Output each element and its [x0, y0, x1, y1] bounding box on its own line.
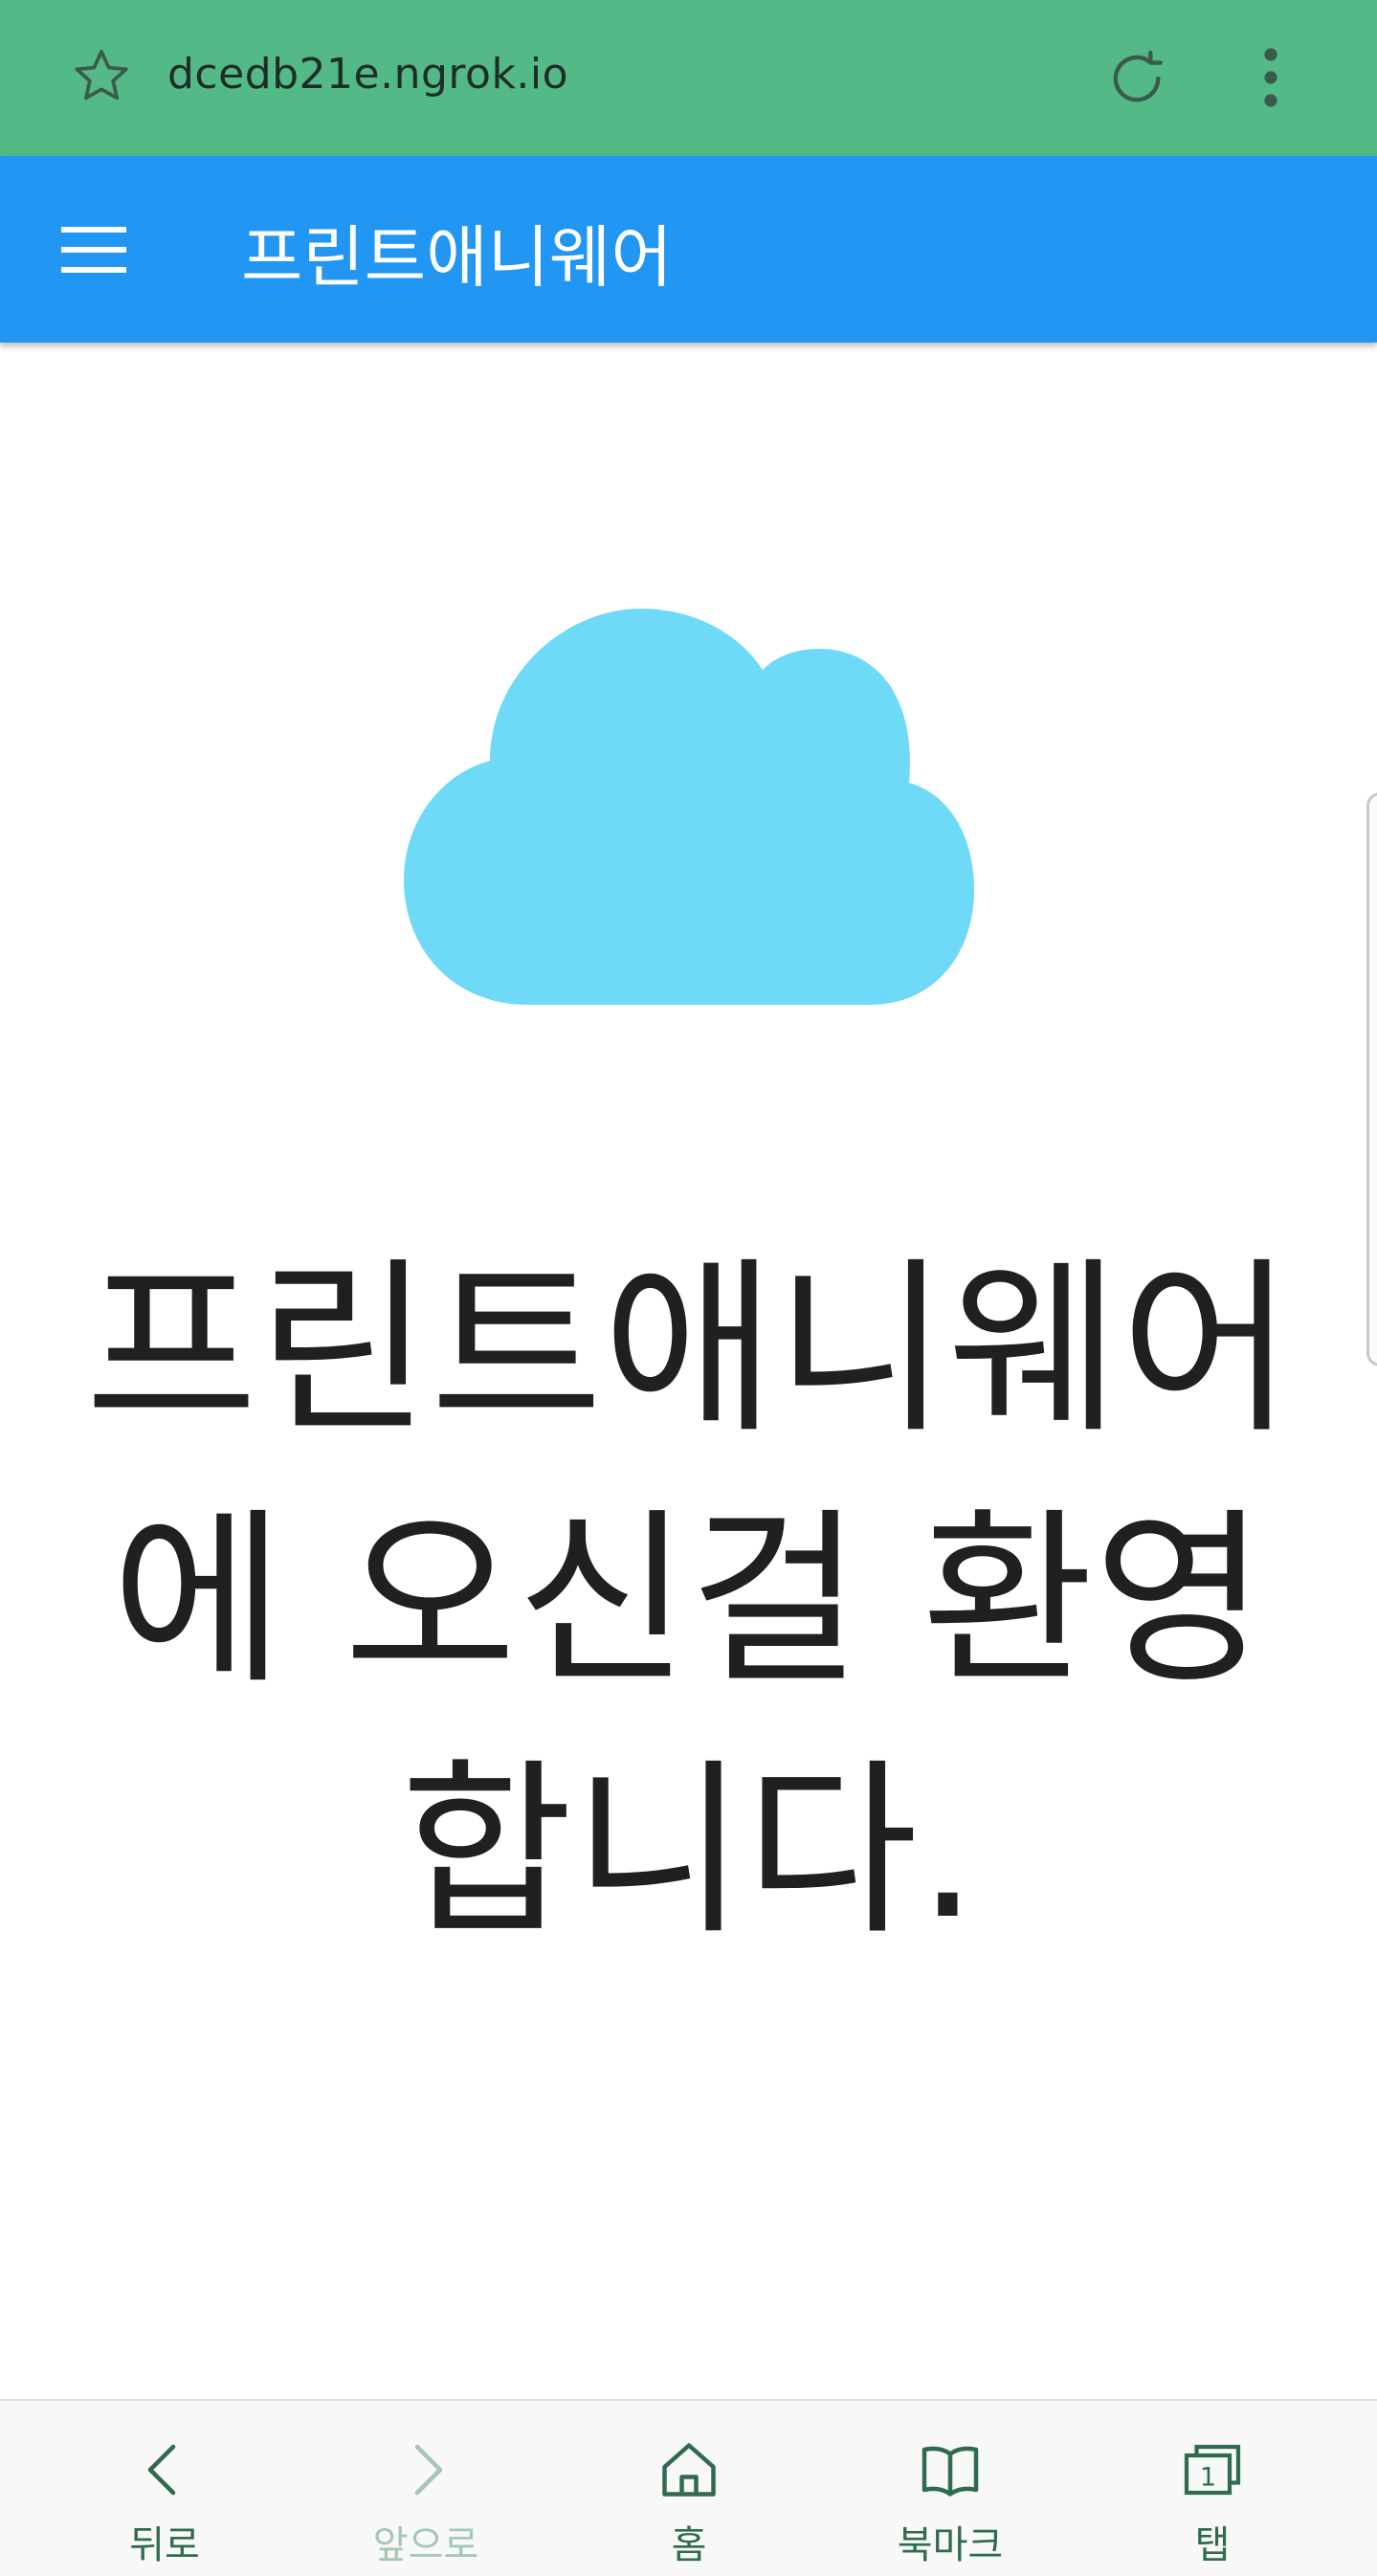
url-text[interactable]: dcedb21e.ngrok.io: [167, 50, 568, 99]
star-icon[interactable]: [69, 44, 134, 109]
welcome-text: 프린트애니웨어에 오신걸 환영합니다.: [84, 1241, 1294, 1961]
tabs-count-badge: 1: [1200, 2463, 1216, 2493]
chevron-right-icon: [414, 2444, 443, 2496]
chevron-left-icon: [147, 2444, 176, 2496]
page: dcedb21e.ngrok.io 프린트애니웨어 프린트애니웨어에 오신걸 환…: [0, 0, 1377, 2576]
bookmark-book-icon: [922, 2446, 979, 2497]
nav-home-button[interactable]: 홈: [593, 2401, 785, 2576]
nav-home-label: 홈: [671, 2523, 707, 2567]
tabs-icon: 1: [1184, 2444, 1241, 2496]
nav-back-button[interactable]: 뒤로: [69, 2401, 260, 2576]
home-icon: [662, 2443, 716, 2497]
nav-tabs-button[interactable]: 1 탭: [1117, 2401, 1308, 2576]
browser-url-bar: dcedb21e.ngrok.io: [0, 0, 1377, 156]
reload-icon[interactable]: [1100, 42, 1173, 115]
nav-bookmark-label: 북마크: [897, 2523, 1004, 2567]
app-title: 프린트애니웨어: [241, 218, 673, 297]
app-bar: 프린트애니웨어: [0, 156, 1377, 343]
nav-tabs-label: 탭: [1194, 2523, 1231, 2567]
nav-forward-label: 앞으로: [372, 2523, 479, 2567]
more-vert-icon[interactable]: [1254, 46, 1288, 109]
nav-back-label: 뒤로: [129, 2523, 200, 2567]
nav-forward-button[interactable]: 앞으로: [330, 2401, 522, 2576]
browser-bottom-nav: 뒤로 앞으로 홈 북마크 1 탭: [0, 2399, 1377, 2576]
menu-icon[interactable]: [61, 223, 126, 277]
edge-panel-handle[interactable]: [1366, 792, 1377, 1366]
cloud-icon: [404, 609, 974, 1005]
nav-bookmark-button[interactable]: 북마크: [855, 2401, 1046, 2576]
